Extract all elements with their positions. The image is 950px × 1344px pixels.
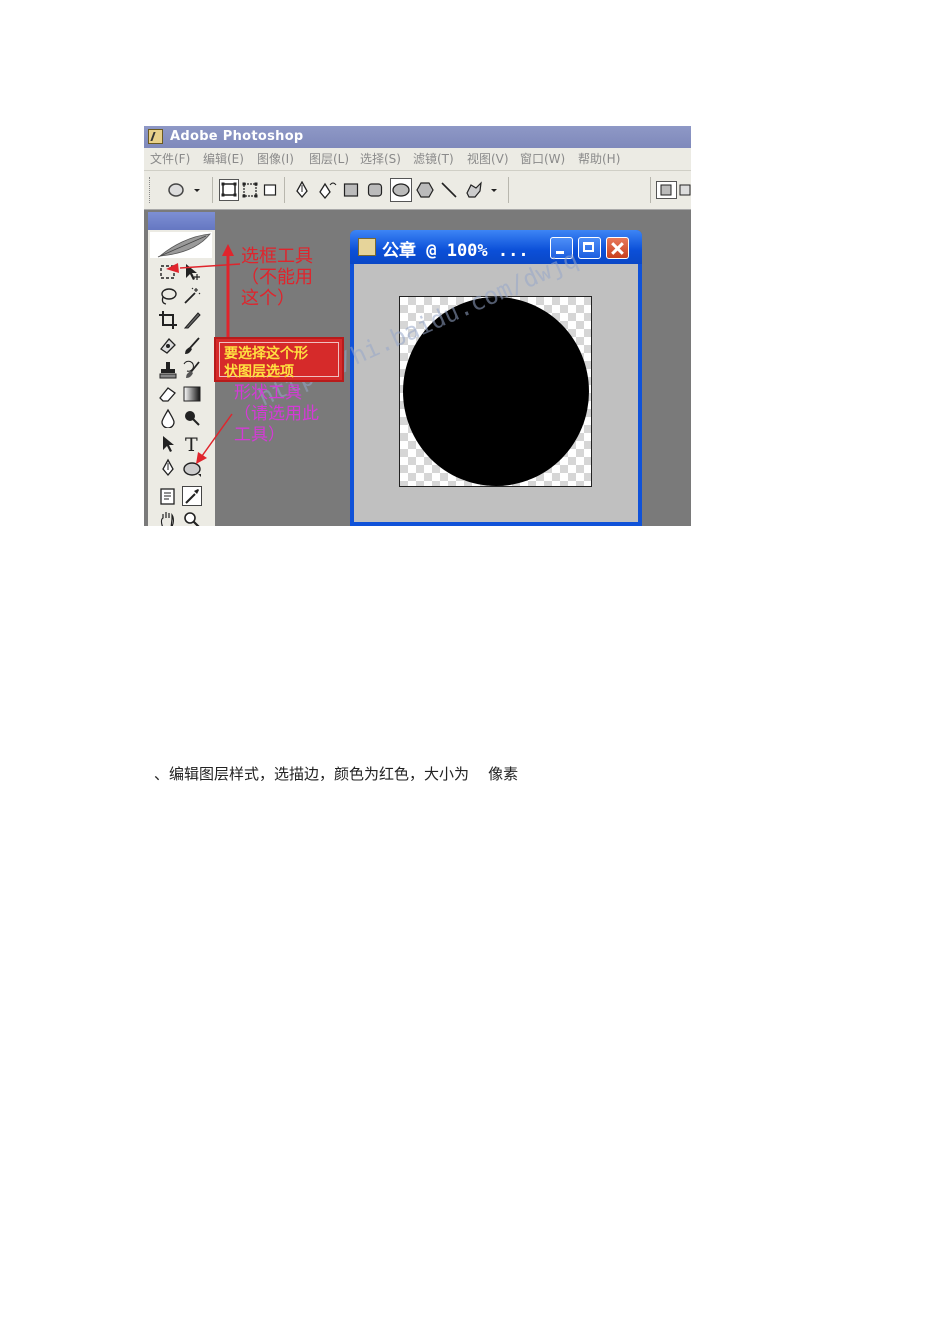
options-separator [284, 177, 285, 203]
rounded-rectangle-tool-icon[interactable] [367, 181, 383, 199]
tools-panel: T [148, 212, 215, 526]
options-separator [508, 177, 509, 203]
menu-view[interactable]: 视图(V) [467, 148, 509, 170]
shape-layer-note-line-1: 要选择这个形 [224, 346, 308, 362]
svg-text:T: T [185, 434, 198, 454]
document-icon [358, 238, 376, 256]
menu-bar: 文件(F) 编辑(E) 图像(I) 图层(L) 选择(S) 滤镜(T) 视图(V… [144, 148, 691, 170]
marquee-note-line-3: 这个） [241, 288, 295, 309]
hand-tool-icon[interactable] [158, 510, 178, 526]
menu-window[interactable]: 窗口(W) [520, 148, 565, 170]
shape-tool-note-line-1: 形状工具 [234, 383, 302, 403]
marquee-note-line-2: （不能用 [241, 267, 313, 288]
eraser-tool-icon[interactable] [158, 384, 178, 404]
pen-icon[interactable] [294, 181, 310, 199]
options-bar [144, 170, 691, 210]
app-title: Adobe Photoshop [170, 129, 304, 144]
maximize-button[interactable] [578, 237, 601, 259]
options-separator [650, 177, 651, 203]
polygon-tool-icon[interactable] [416, 181, 434, 199]
feather-logo-icon [150, 232, 212, 258]
shape-layers-icon[interactable] [219, 179, 239, 201]
move-tool-icon[interactable] [182, 262, 202, 282]
shape-layer-callout: 要选择这个形 状图层选项 [214, 337, 344, 382]
photoshop-screenshot: Adobe Photoshop 文件(F) 编辑(E) 图像(I) 图层(L) … [144, 126, 691, 526]
fill-pixels-icon[interactable] [263, 181, 277, 199]
rectangular-marquee-icon[interactable] [158, 262, 178, 282]
rectangle-tool-icon[interactable] [343, 181, 359, 199]
tools-panel-header[interactable] [148, 212, 215, 230]
lasso-tool-icon[interactable] [158, 286, 178, 306]
shape-tool-note-line-3: 工具） [234, 425, 285, 445]
shape-mode-icon[interactable] [656, 181, 691, 199]
zoom-tool-icon[interactable] [182, 510, 202, 526]
eyedropper-tool-icon[interactable] [182, 486, 202, 506]
menu-filter[interactable]: 滤镜(T) [413, 148, 454, 170]
healing-brush-icon[interactable] [158, 336, 178, 356]
magic-wand-icon[interactable] [182, 286, 202, 306]
history-brush-icon[interactable] [182, 360, 202, 380]
crop-tool-icon[interactable] [158, 310, 178, 330]
step-caption: 、编辑图层样式，选描边，颜色为红色，大小为 像素 [154, 765, 519, 783]
type-tool-icon[interactable]: T [182, 434, 202, 454]
marquee-note-line-1: 选框工具 [241, 246, 313, 267]
shape-layer-note-line-2: 状图层选项 [224, 364, 294, 380]
pen-tool-icon[interactable] [158, 458, 178, 478]
menu-file[interactable]: 文件(F) [150, 148, 190, 170]
blur-tool-icon[interactable] [158, 408, 178, 428]
menu-layer[interactable]: 图层(L) [309, 148, 349, 170]
photoshop-app-icon [148, 129, 163, 144]
clone-stamp-icon[interactable] [158, 360, 178, 380]
menu-select[interactable]: 选择(S) [360, 148, 401, 170]
menu-image[interactable]: 图像(I) [257, 148, 294, 170]
dodge-tool-icon[interactable] [182, 408, 202, 428]
app-title-bar: Adobe Photoshop [144, 126, 691, 148]
options-separator [212, 177, 213, 203]
menu-help[interactable]: 帮助(H) [578, 148, 620, 170]
custom-shape-tool-icon[interactable] [464, 181, 504, 199]
document-title: 公章 @ 100% ... [382, 241, 529, 261]
slice-tool-icon[interactable] [182, 310, 202, 330]
notes-tool-icon[interactable] [158, 486, 178, 506]
document-title-bar[interactable]: 公章 @ 100% ... [350, 230, 642, 264]
paths-icon[interactable] [242, 181, 258, 199]
gradient-tool-icon[interactable] [182, 384, 202, 404]
line-tool-icon[interactable] [440, 181, 458, 199]
path-selection-icon[interactable] [158, 434, 178, 454]
ellipse-preset-icon[interactable] [164, 181, 204, 199]
brush-tool-icon[interactable] [182, 336, 202, 356]
close-button[interactable] [606, 237, 629, 259]
shape-tool-note-line-2: （请选用此 [234, 404, 319, 424]
ellipse-tool-icon[interactable] [390, 178, 412, 202]
options-bar-grip[interactable] [149, 177, 152, 203]
freeform-pen-icon[interactable] [318, 181, 338, 199]
ellipse-shape-tool-icon[interactable] [182, 458, 202, 478]
menu-edit[interactable]: 编辑(E) [203, 148, 244, 170]
document-window: 公章 @ 100% ... [350, 230, 642, 526]
